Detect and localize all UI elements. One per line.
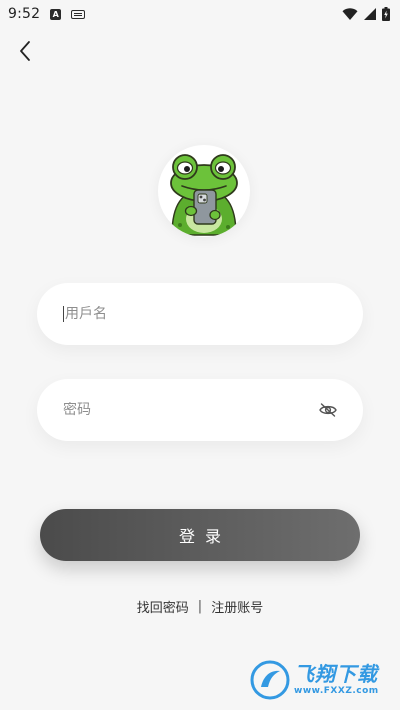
status-right	[342, 7, 390, 21]
signal-icon	[364, 8, 376, 20]
keyboard-icon	[71, 9, 86, 19]
chevron-left-icon	[20, 41, 30, 61]
wifi-icon	[342, 7, 358, 20]
toggle-password-visibility-button[interactable]	[317, 399, 339, 421]
frog-logo	[170, 154, 238, 236]
eye-off-icon	[319, 403, 337, 417]
watermark-text: 飞翔下载 www.FXXZ.com	[294, 664, 379, 696]
auth-links: 找回密码 | 注册账号	[0, 597, 400, 616]
back-button[interactable]	[12, 38, 38, 64]
status-time: 9:52	[8, 6, 41, 22]
watermark-logo-icon	[250, 660, 290, 700]
watermark-brand: 飞翔下载	[294, 662, 378, 686]
text-cursor	[63, 306, 64, 322]
username-input[interactable]	[65, 306, 339, 322]
link-separator: |	[197, 599, 203, 614]
status-left: 9:52 A	[8, 6, 86, 22]
app-logo-avatar	[158, 145, 250, 237]
username-field-container	[37, 283, 363, 345]
password-input[interactable]	[63, 402, 317, 418]
watermark: 飞翔下载 www.FXXZ.com	[250, 656, 392, 704]
status-bar: 9:52 A	[0, 0, 400, 28]
watermark-url: www.FXXZ.com	[294, 686, 379, 696]
password-field-container	[37, 379, 363, 441]
register-link[interactable]: 注册账号	[211, 597, 263, 616]
find-password-link[interactable]: 找回密码	[137, 597, 189, 616]
notification-a-icon: A	[50, 8, 62, 20]
login-button[interactable]: 登录	[40, 509, 360, 561]
battery-charging-icon	[382, 7, 390, 21]
